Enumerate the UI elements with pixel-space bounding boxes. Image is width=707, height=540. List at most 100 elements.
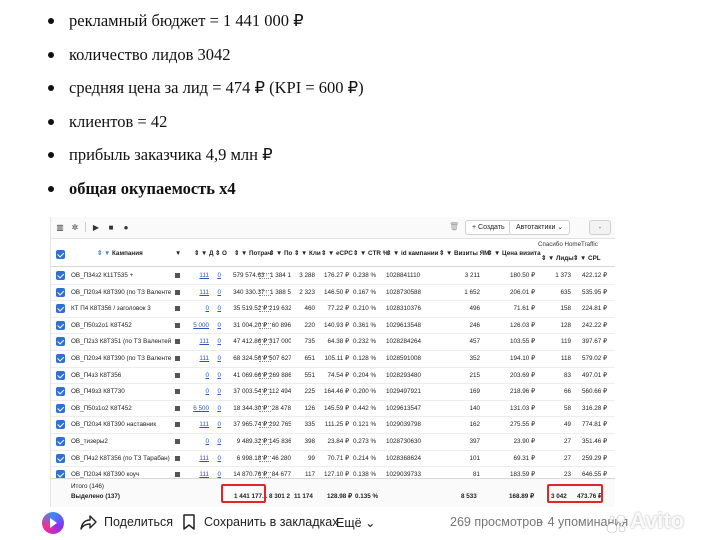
filter-icon[interactable]: ▼ [175,250,181,257]
cell-o[interactable]: 0 [213,322,221,329]
col-visit-price[interactable]: ⇕ ▼ Цена визита [487,250,541,257]
autotactics-dropdown[interactable]: Автотактики ⌄ [509,220,571,235]
row-checkbox[interactable] [56,354,65,363]
cell-o[interactable]: 0 [213,438,221,445]
cell-d[interactable]: 0 [191,438,209,445]
cell-po: 46 280 [271,454,291,462]
cell-cpl: 579.02 ₽ [581,355,607,362]
collapse-button[interactable]: - [589,220,611,235]
create-button[interactable]: + Создать [465,220,512,235]
cell-d[interactable]: 111 [191,355,209,362]
cell-spend: 35 519.52 ₽ [233,305,267,313]
col-cpl[interactable]: ⇕ ▼ CPL [573,255,601,262]
col-po[interactable]: ⇕ ▼ По [269,250,292,257]
table-row[interactable]: ОВ_П2з3 К8Т351 (по ТЗ Валентей) 111 0 47 41… [51,334,615,351]
cell-d[interactable]: 0 [191,388,209,395]
col-ecpc[interactable]: ⇕ ▼ eCPC [321,250,353,257]
cell-visits: 162 [469,421,480,429]
cell-vp: 203.69 ₽ [509,371,535,379]
table-row[interactable]: ОВ_П20з4 К8Т390 наставник 111 0 37 965.74 ₽… [51,417,615,434]
cell-d[interactable]: 5 000 [191,322,209,329]
col-kl[interactable]: ⇕ ▼ Кли [294,250,321,257]
cell-d[interactable]: 6 500 [191,405,209,412]
row-checkbox[interactable] [56,320,65,330]
table-row[interactable]: ОВ_П50з2о1 К8Т452 5 000 0 31 004.20 ₽ 60 896… [51,318,615,335]
row-checkbox[interactable] [56,337,65,347]
table-row[interactable]: ОВ_П4з3 К8Т356 0 0 41 069.66 ₽269 886 551 74.… [51,368,615,385]
cell-d[interactable]: 111 [191,272,209,279]
status-square-icon [175,339,180,345]
table-row[interactable]: ОВ_тизеры2 0 0 9 489.32 ₽145 836 398 23.84 ₽ 0… [51,434,615,451]
cell-o[interactable]: 0 [213,455,221,462]
cell-o[interactable]: 0 [213,355,221,362]
row-checkbox[interactable] [56,420,65,430]
cell-o[interactable]: 0 [213,372,221,379]
bookmark-button[interactable]: Сохранить в закладках [204,515,338,529]
col-id[interactable]: ⇕ ▼ id кампании [386,250,439,257]
trash-icon[interactable]: 🗑 [449,222,459,231]
gear-icon[interactable]: ✲ [70,222,80,232]
cell-leads: 119 [560,338,571,346]
table-row[interactable]: ОВ_П20з4 К8Т390 (по ТЗ Валентей) 111 0 340 … [51,285,615,302]
cell-ecpc: 176.27 ₽ [323,272,349,279]
row-checkbox[interactable] [56,403,65,413]
cell-o[interactable]: 0 [213,272,221,279]
status-square-icon [175,455,180,461]
share-icon[interactable] [80,513,98,531]
cell-o[interactable]: 0 [213,338,221,345]
cell-o[interactable]: 0 [213,388,221,395]
row-checkbox[interactable] [56,304,65,314]
table-row[interactable]: КТ П4 К8Т356 / заголовок 3 0 0 35 519.52 ₽2… [51,301,615,318]
row-checkbox[interactable] [56,370,65,380]
cell-cpl: 259.29 ₽ [581,454,607,462]
table-row[interactable]: ОВ_П20з4 К8Т390 (по ТЗ Валентей) 111 0 68 3… [51,351,615,368]
row-checkbox[interactable] [56,453,65,463]
row-checkbox[interactable] [56,271,65,280]
stop-icon[interactable]: ■ [106,222,116,232]
table-row[interactable]: ОВ_П50з1о2 К8Т452 6 500 0 18 344.30 ₽ 28 478… [51,401,615,418]
col-visits[interactable]: ⇕ ▼ Визиты ЯМ [439,250,489,257]
status-square-icon [175,372,180,378]
col-d[interactable]: ⇕ ▼ Д [194,250,214,257]
row-checkbox[interactable] [56,287,65,297]
more-button[interactable]: Ещё ⌄ [336,515,376,530]
cell-visits: 1 652 [464,288,480,296]
play-icon[interactable]: ▶ [91,222,101,232]
table-row[interactable]: ОВ_П49з3 К8Т730 0 0 37 003.54 ₽112 494 225 16… [51,384,615,401]
col-ctr[interactable]: ⇕ ▼ CTR % [353,250,388,257]
columns-icon[interactable]: ▥ [55,222,65,232]
cell-d[interactable]: 111 [191,338,209,345]
cell-o[interactable]: 0 [213,289,221,296]
table-row[interactable]: ОВ_П4з2 К8Т356 (по ТЗ Тарабан) с 111 0 6 99… [51,451,615,468]
table-row[interactable]: ОВ_П34з2 К11Т535 + 111 0 579 574.63 ₽1 384 … [51,268,615,285]
share-button[interactable]: Поделиться [104,515,173,529]
col-campaign[interactable]: ⇕ ▼ Кампания [97,250,143,257]
cell-d[interactable]: 111 [191,455,209,462]
cell-ecpc: 111.25 ₽ [324,421,349,429]
cell-d[interactable]: 111 [191,289,209,296]
col-o[interactable]: ⇕ О [215,250,227,257]
cell-ctr: 0.121 % [353,421,377,429]
cell-id: 1028591008 [386,355,422,362]
cell-d[interactable]: 0 [191,305,209,312]
cell-o[interactable]: 0 [213,305,221,312]
status-square-icon [175,422,180,428]
archive-icon[interactable]: ● [121,222,131,232]
cell-leads: 1 373 [555,272,571,279]
vk-video-logo-icon[interactable] [42,512,64,534]
cell-o[interactable]: 0 [213,405,221,412]
row-checkbox[interactable] [56,437,65,446]
cell-name: ОВ_П2з3 К8Т351 (по ТЗ Валентей) [71,338,171,346]
cell-name: ОВ_П50з2о1 К8Т452 [71,321,132,329]
bookmark-icon[interactable] [180,513,198,531]
col-leads[interactable]: ⇕ ▼ Лиды [541,255,574,262]
cell-cpl: 422.12 ₽ [581,272,607,279]
row-checkbox[interactable] [56,387,65,397]
cell-o[interactable]: 0 [213,421,221,428]
cell-visits: 457 [469,338,480,346]
cell-d[interactable]: 0 [191,372,209,379]
col-spend[interactable]: ⇕ ▼ Потрач [234,250,271,257]
cell-vp: 126.03 ₽ [509,321,535,329]
select-all-checkbox[interactable] [56,250,65,259]
cell-d[interactable]: 111 [191,421,209,428]
